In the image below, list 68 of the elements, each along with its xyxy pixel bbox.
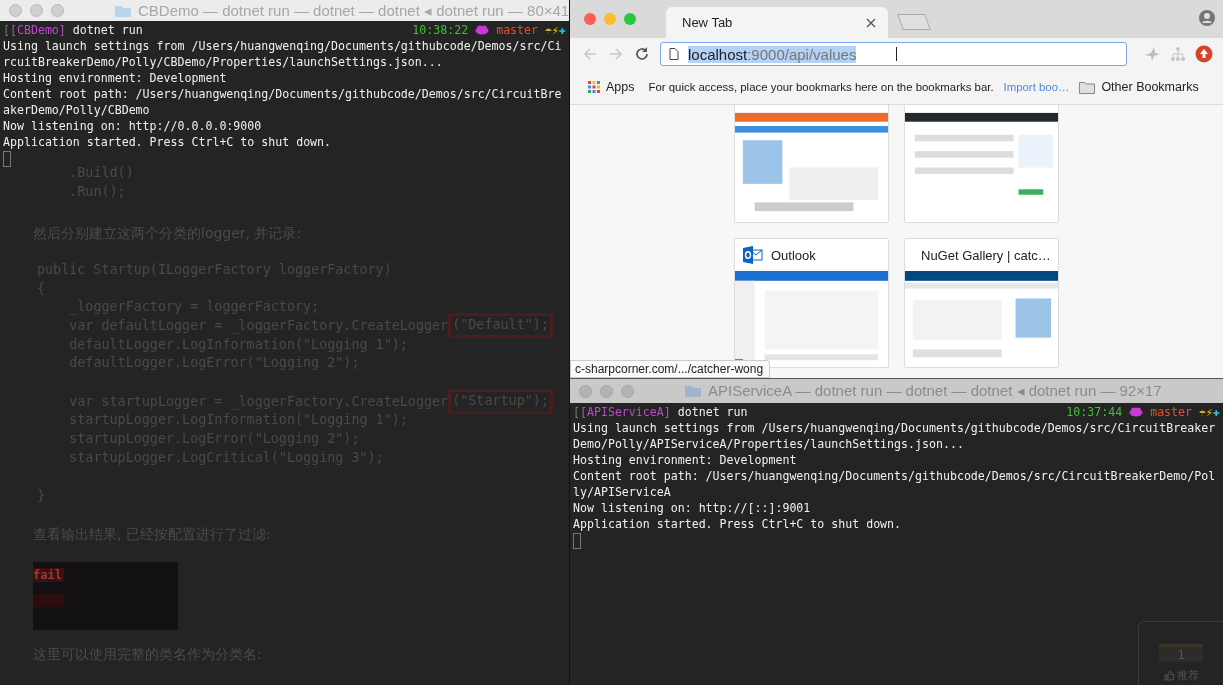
git-branch: master [496,22,539,38]
bookmarks-hint: For quick access, place your bookmarks here on the bookmarks bar. [648,81,994,93]
highlighted-log-text [33,593,64,607]
window-title: CBDemo — dotnet run — dotnet — dotnet ◂ dotnet run — 80×41 [138,1,569,20]
close-button[interactable] [9,4,22,17]
minimize-button[interactable] [30,4,43,17]
folder-icon [684,384,702,398]
window-title: APIServiceA — dotnet run — dotnet — dotnet ◂ dotnet run — 92×17 [708,382,1162,400]
browser-tab[interactable]: New Tab [666,7,888,38]
terminal-output-line: Hosting environment: Development [573,452,798,468]
forward-icon[interactable] [608,46,624,62]
code-line: { [37,279,46,298]
log-level-label: fail [33,567,64,582]
minimize-button[interactable] [600,384,613,398]
command-text: dotnet run [677,404,748,420]
profile-icon[interactable] [1199,10,1215,26]
folder-icon [114,3,132,18]
thumbs-up-icon [1163,670,1175,681]
terminal-output-line: rcuitBreakerDemo/Polly/CBDemo/Properties/launchSettings.json... [3,54,444,70]
terminal-output-line: Content root path: /Users/huangwenqing/Documents/githubcode/Demos/src/CircuitBreakerDemo/Pol [573,468,1217,484]
terminal-output-line: akerDemo/Polly/CBDemo [3,102,151,118]
prompt-directory: [APIServiceA] [580,404,671,420]
prompt-bracket: [ [573,404,580,420]
zoom-button[interactable] [624,13,636,25]
close-button[interactable] [579,384,592,398]
git-status-marks: ☂⚡✚ [1199,404,1220,420]
terminal-output-line: Using launch settings from /Users/huangwenqing/Documents/githubcode/Demos/src/Ci [3,38,563,54]
text-cursor-icon [3,151,11,167]
zoom-button[interactable] [621,384,634,398]
upload-icon[interactable] [1195,45,1213,63]
address-field[interactable]: localhost:9000/api/values [660,42,1127,66]
terminal-output-line: Using launch settings from /Users/huangwenqing/Documents/githubcode/Demos/src/CircuitBreaker [573,420,1217,436]
prompt-bracket: [ [3,22,10,38]
prompt-time: 10:37:44 [1066,404,1123,420]
apps-grid-icon [588,81,600,93]
link-status-bubble: c-sharpcorner.com/.../catcher-wong [570,360,771,378]
minimize-button[interactable] [604,13,616,25]
terminal-output-line: Application started. Press Ctrl+C to shut down. [3,134,333,150]
terminal-output-line: Demo/Polly/APIServiceA/Properties/launchSettings.json... [573,436,965,452]
zoom-button[interactable] [51,4,64,17]
prompt-directory: [CBDemo] [10,22,66,38]
code-line: } [37,487,46,506]
other-bookmarks-folder[interactable]: Other Bookmarks [1079,80,1199,94]
terminal-output-line: Content root path: /Users/huangwenqing/Documents/githubcode/Demos/src/CircuitBre [3,86,563,102]
terminal-output-line: Application started. Press Ctrl+C to shut down. [573,516,903,532]
git-branch: master [1150,404,1193,420]
hierarchy-icon[interactable] [1171,46,1185,62]
terminal-output-line: Now listening on: http://0.0.0.0:9000 [3,118,263,134]
most-visited-tile[interactable]: NuGet Gallery | catc… [904,238,1059,368]
apps-shortcut[interactable]: Apps [588,80,635,94]
prompt-time: 10:38:22 [412,22,469,38]
back-icon[interactable] [582,46,598,62]
cloud-icon [475,25,490,35]
terminal-output-line: Now listening on: http://[::]:9001 [573,500,812,516]
terminal-output-line: Hosting environment: Development [3,70,228,86]
new-tab-button[interactable] [897,14,931,30]
text-cursor-icon [896,47,900,61]
close-icon[interactable] [866,17,876,28]
page-icon [669,48,679,60]
terminal-output-line: ly/APIServiceA [573,484,672,500]
text-cursor-icon [573,533,581,549]
reload-icon[interactable] [634,46,650,62]
folder-icon [1079,80,1096,94]
git-status-marks: ☂⚡✚ [545,22,566,38]
command-text: dotnet run [72,22,143,38]
cloud-icon [1129,407,1144,417]
mail-icon [743,246,763,264]
close-button[interactable] [584,13,596,25]
